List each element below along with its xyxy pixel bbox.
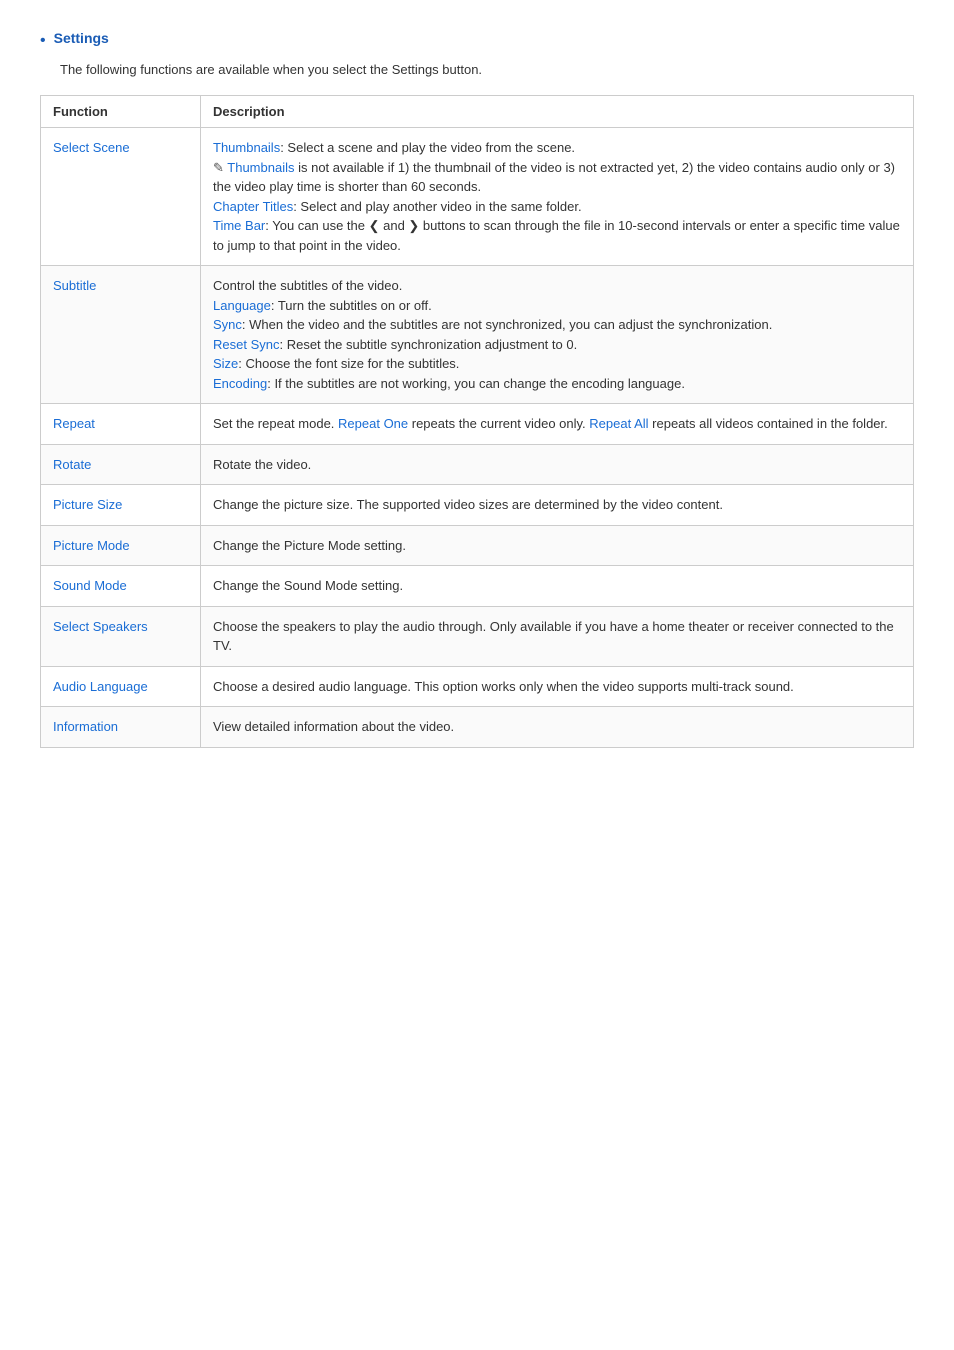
description-text: : Select a scene and play the video from… <box>280 140 575 155</box>
table-row: Information View detailed information abo… <box>41 707 914 748</box>
blue-label: Repeat One <box>338 416 408 431</box>
blue-label: Reset Sync <box>213 337 279 352</box>
description-text: repeats all videos contained in the fold… <box>649 416 888 431</box>
blue-label: Thumbnails <box>213 140 280 155</box>
note-icon: ✎ <box>213 160 227 175</box>
function-cell: Picture Size <box>41 485 201 526</box>
table-row: Audio Language Choose a desired audio lan… <box>41 666 914 707</box>
function-cell: Information <box>41 707 201 748</box>
description-text: repeats the current video only. <box>408 416 589 431</box>
description-cell: Choose a desired audio language. This op… <box>201 666 914 707</box>
blue-label: Encoding <box>213 376 267 391</box>
description-text: : Choose the font size for the subtitles… <box>238 356 459 371</box>
description-text: : Turn the subtitles on or off. <box>271 298 432 313</box>
description-text: : If the subtitles are not working, you … <box>267 376 685 391</box>
table-row: Picture Size Change the picture size. The… <box>41 485 914 526</box>
description-text: : You can use the ❮ and ❯ buttons to sca… <box>213 218 900 253</box>
function-column-header: Function <box>41 96 201 128</box>
description-cell: Thumbnails: Select a scene and play the … <box>201 128 914 266</box>
table-header-row: Function Description <box>41 96 914 128</box>
blue-label: Size <box>213 356 238 371</box>
table-row: Select SceneThumbnails: Select a scene a… <box>41 128 914 266</box>
description-text: is not available if 1) the thumbnail of … <box>213 160 895 195</box>
description-text: : When the video and the subtitles are n… <box>242 317 772 332</box>
settings-link[interactable]: Settings <box>54 30 109 46</box>
bullet-point: • <box>40 30 46 52</box>
table-row: Sound Mode Change the Sound Mode setting. <box>41 566 914 607</box>
description-text: Change the Picture Mode setting. <box>213 538 406 553</box>
description-text: Set the repeat mode. <box>213 416 338 431</box>
description-text: : Select and play another video in the s… <box>293 199 581 214</box>
description-cell: Set the repeat mode. Repeat One repeats … <box>201 404 914 445</box>
blue-label: Time Bar <box>213 218 265 233</box>
settings-table: Function Description Select SceneThumbna… <box>40 95 914 748</box>
settings-section-header: • Settings <box>40 30 914 52</box>
function-cell: Picture Mode <box>41 525 201 566</box>
description-column-header: Description <box>201 96 914 128</box>
table-row: SubtitleControl the subtitles of the vid… <box>41 266 914 404</box>
description-text: : Reset the subtitle synchronization adj… <box>279 337 577 352</box>
description-text: Choose the speakers to play the audio th… <box>213 619 894 654</box>
function-cell: Repeat <box>41 404 201 445</box>
function-cell: Subtitle <box>41 266 201 404</box>
description-text: View detailed information about the vide… <box>213 719 454 734</box>
blue-label: Chapter Titles <box>213 199 293 214</box>
function-cell: Select Scene <box>41 128 201 266</box>
blue-label: Repeat All <box>589 416 648 431</box>
intro-text: The following functions are available wh… <box>40 62 914 77</box>
description-cell: Rotate the video. <box>201 444 914 485</box>
blue-label: Thumbnails <box>227 160 294 175</box>
description-text: Rotate the video. <box>213 457 311 472</box>
description-cell: Choose the speakers to play the audio th… <box>201 606 914 666</box>
table-row: Rotate Rotate the video. <box>41 444 914 485</box>
table-row: Select Speakers Choose the speakers to pl… <box>41 606 914 666</box>
blue-label: Sync <box>213 317 242 332</box>
description-text: Change the picture size. The supported v… <box>213 497 723 512</box>
table-row: Picture Mode Change the Picture Mode sett… <box>41 525 914 566</box>
function-cell: Sound Mode <box>41 566 201 607</box>
description-cell: Control the subtitles of the video. Langu… <box>201 266 914 404</box>
description-cell: Change the Picture Mode setting. <box>201 525 914 566</box>
description-text: Control the subtitles of the video. <box>213 278 402 293</box>
description-cell: View detailed information about the vide… <box>201 707 914 748</box>
description-cell: Change the Sound Mode setting. <box>201 566 914 607</box>
blue-label: Language <box>213 298 271 313</box>
description-text: Choose a desired audio language. This op… <box>213 679 794 694</box>
description-text: Change the Sound Mode setting. <box>213 578 403 593</box>
function-cell: Audio Language <box>41 666 201 707</box>
table-row: RepeatSet the repeat mode. Repeat One re… <box>41 404 914 445</box>
function-cell: Select Speakers <box>41 606 201 666</box>
function-cell: Rotate <box>41 444 201 485</box>
description-cell: Change the picture size. The supported v… <box>201 485 914 526</box>
